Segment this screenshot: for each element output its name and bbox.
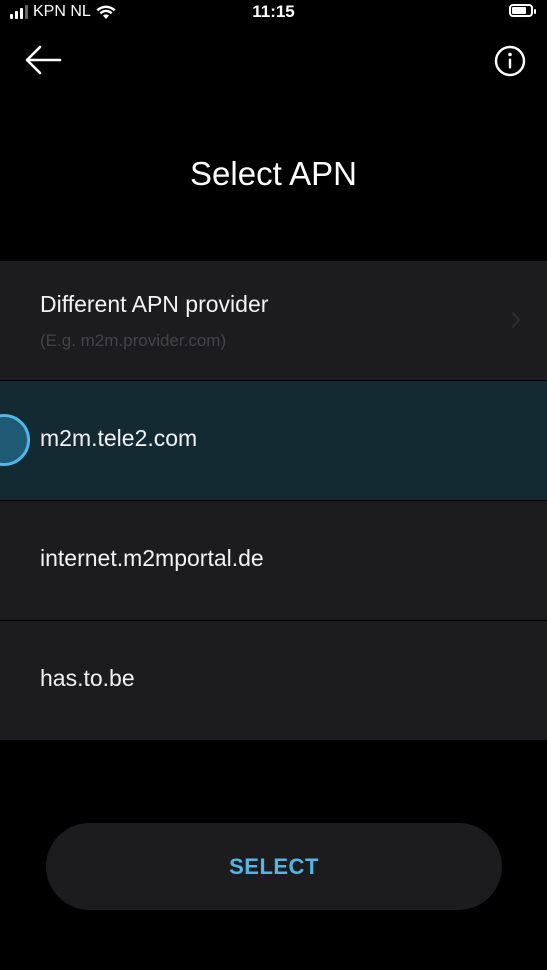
apn-custom-placeholder: (E.g. m2m.provider.com) — [40, 331, 227, 350]
apn-item-label: internet.m2mportal.de — [40, 545, 264, 571]
page-title: Select APN — [190, 155, 357, 192]
battery-icon — [509, 4, 536, 17]
back-button[interactable] — [22, 40, 66, 80]
info-button[interactable] — [493, 44, 527, 78]
select-button[interactable]: SELECT — [46, 823, 502, 910]
apn-item-label: m2m.tele2.com — [40, 425, 198, 451]
arrow-left-icon — [25, 45, 62, 75]
selected-indicator — [0, 414, 30, 466]
apn-item[interactable]: m2m.tele2.com — [0, 381, 547, 501]
apn-custom-label: Different APN provider — [40, 291, 269, 317]
status-bar: KPN NL 11:15 — [0, 0, 547, 26]
apn-item[interactable]: has.to.be — [0, 621, 547, 741]
apn-item-custom[interactable]: Different APN provider (E.g. m2m.provide… — [0, 261, 547, 381]
status-time: 11:15 — [252, 2, 295, 21]
info-circle-icon — [494, 45, 526, 77]
apn-item-label: has.to.be — [40, 665, 135, 691]
chevron-right-icon — [512, 312, 520, 328]
apn-item[interactable]: internet.m2mportal.de — [0, 501, 547, 621]
apn-list: Different APN provider (E.g. m2m.provide… — [0, 261, 547, 741]
